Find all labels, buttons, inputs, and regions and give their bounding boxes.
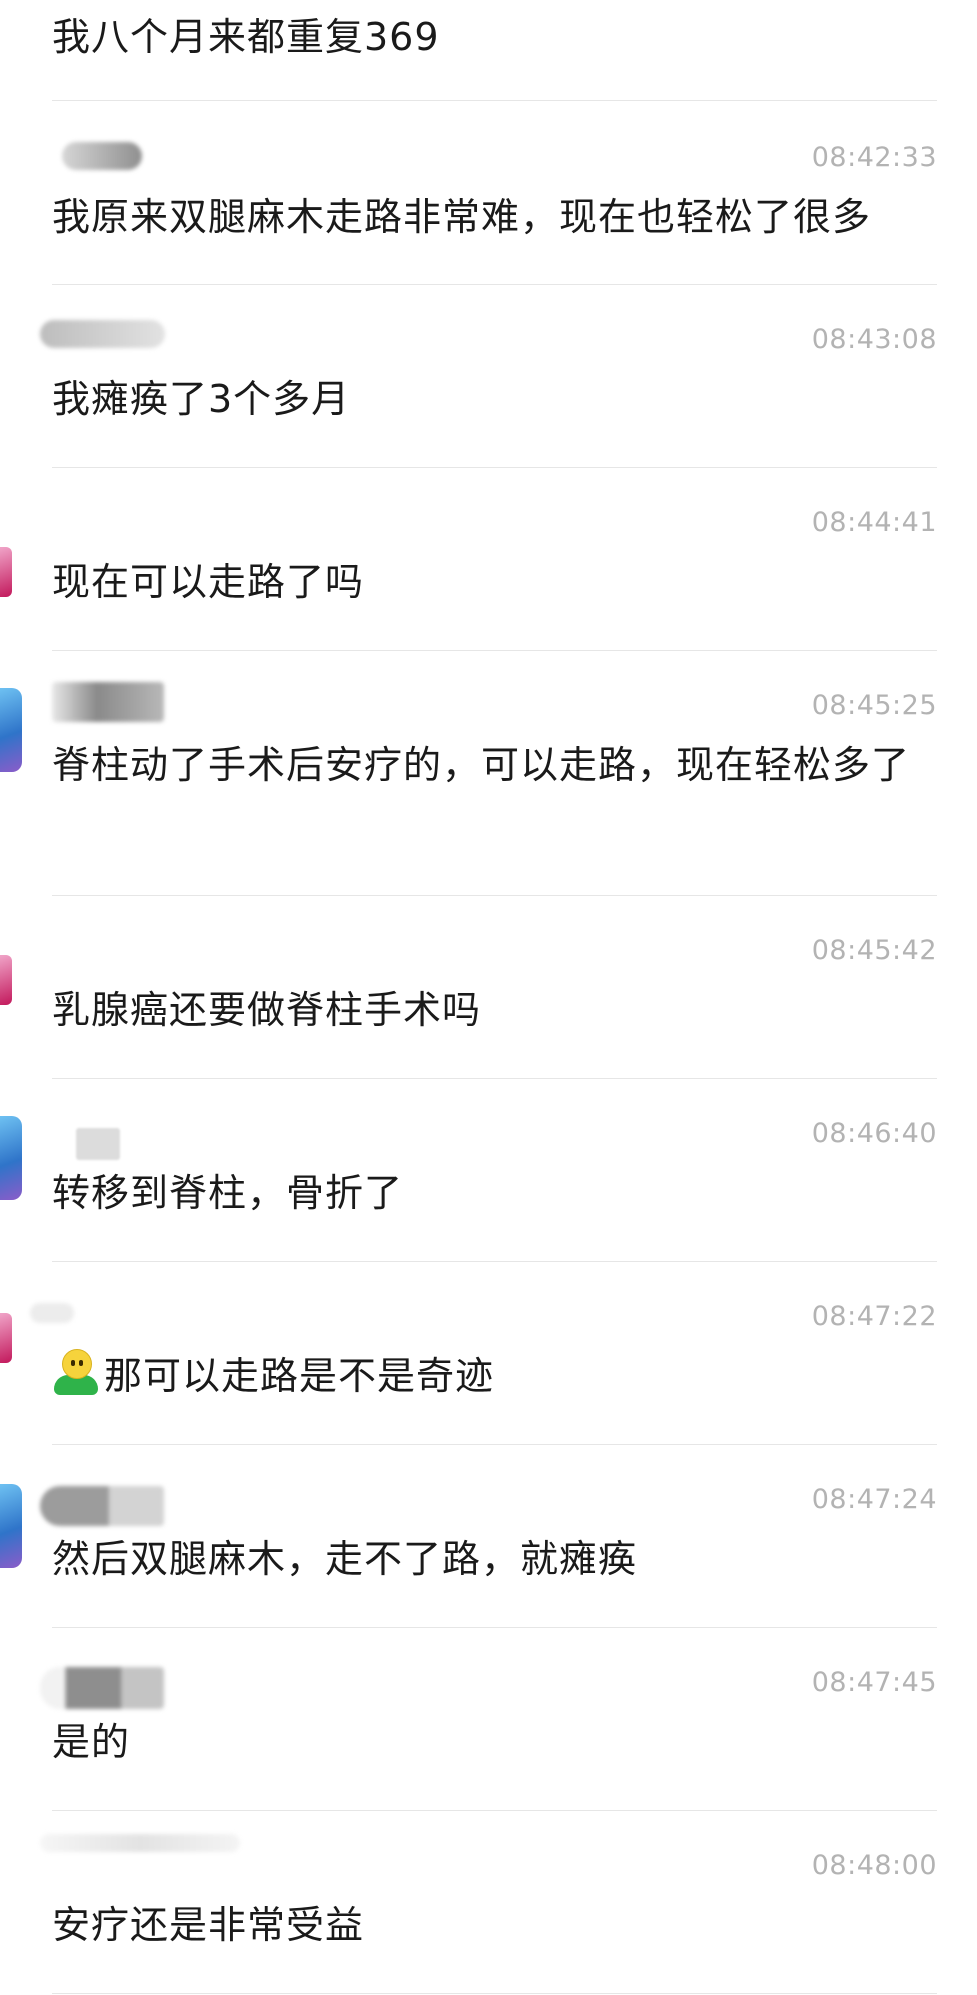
person-emoji-icon [52, 1347, 100, 1397]
message-timestamp: 08:47:22 [811, 1301, 937, 1332]
message-divider [52, 1993, 937, 1994]
sender-name-blurred [40, 1834, 240, 1852]
message-text: 是的 [52, 1720, 131, 1764]
avatar[interactable] [0, 688, 22, 772]
message-divider [52, 1261, 937, 1262]
message-text: 乳腺癌还要做脊柱手术吗 [52, 988, 482, 1032]
message-timestamp: 08:47:24 [811, 1484, 937, 1515]
message-text: 我八个月来都重复369 [52, 15, 440, 59]
message-text: 我原来双腿麻木走路非常难，现在也轻松了很多 [52, 195, 872, 239]
message-divider [52, 895, 937, 896]
sender-name-blurred [76, 1128, 120, 1160]
message-divider [52, 284, 937, 285]
chat-message-list[interactable]: 我八个月来都重复369 08:42:33 我原来双腿麻木走路非常难，现在也轻松了… [0, 0, 977, 1995]
message-text: 转移到脊柱，骨折了 [52, 1171, 404, 1215]
avatar[interactable] [0, 547, 12, 597]
message-timestamp: 08:48:00 [811, 1850, 937, 1881]
message-timestamp: 08:46:40 [811, 1118, 937, 1149]
message-timestamp: 08:42:33 [811, 142, 937, 173]
message-divider [52, 100, 937, 101]
message-text: 然后双腿麻木，走不了路，就瘫痪 [52, 1537, 638, 1581]
avatar[interactable] [0, 1116, 22, 1200]
sender-name-blurred [40, 1486, 164, 1526]
message-timestamp: 08:45:42 [811, 935, 937, 966]
message-divider [52, 467, 937, 468]
avatar[interactable] [0, 1484, 22, 1568]
avatar[interactable] [0, 1313, 12, 1363]
message-text: 安疗还是非常受益 [52, 1903, 365, 1947]
message-text: 我瘫痪了3个多月 [52, 377, 351, 421]
message-timestamp: 08:44:41 [811, 507, 937, 538]
message-text: 那可以走路是不是奇迹 [52, 1345, 942, 1407]
avatar[interactable] [0, 955, 12, 1005]
message-timestamp: 08:45:25 [811, 690, 937, 721]
message-divider [52, 1078, 937, 1079]
message-divider [52, 1810, 937, 1811]
message-timestamp: 08:47:45 [811, 1667, 937, 1698]
message-divider [52, 1444, 937, 1445]
message-divider [52, 1627, 937, 1628]
message-text-content: 那可以走路是不是奇迹 [104, 1354, 495, 1398]
sender-name-blurred [30, 1303, 74, 1323]
message-divider [52, 650, 937, 651]
message-text: 现在可以走路了吗 [52, 560, 365, 604]
message-text: 脊柱动了手术后安疗的，可以走路，现在轻松多了 [52, 743, 911, 787]
sender-name-blurred [40, 320, 165, 348]
sender-name-blurred [40, 1667, 164, 1709]
sender-name-blurred [52, 682, 164, 722]
message-timestamp: 08:43:08 [811, 324, 937, 355]
sender-name-blurred [62, 142, 142, 170]
